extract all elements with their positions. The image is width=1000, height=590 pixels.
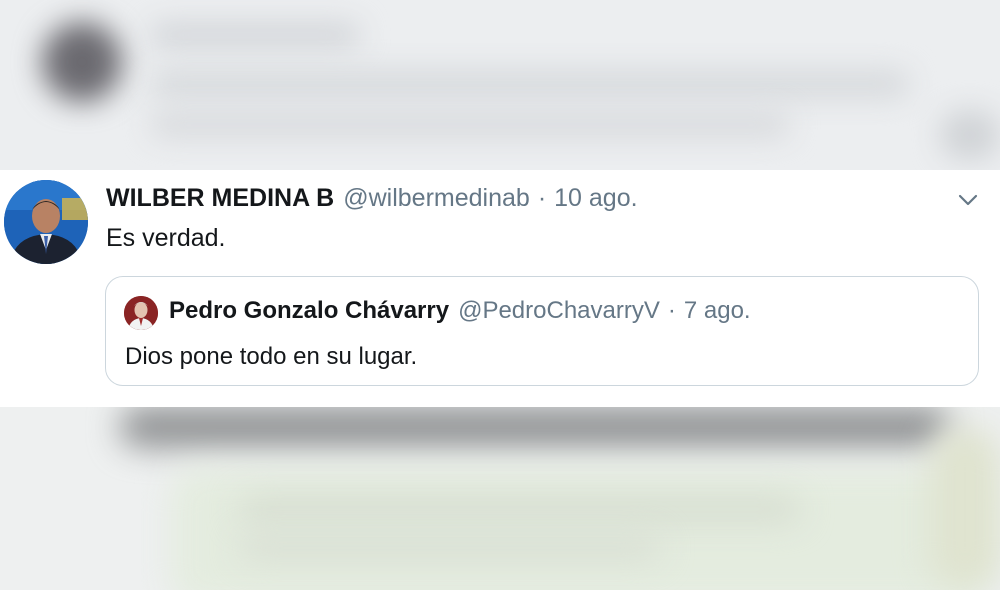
author-avatar[interactable] bbox=[4, 180, 88, 264]
quoted-tweet-text: Dios pone todo en su lugar. bbox=[125, 343, 418, 370]
tweet-header: WILBER MEDINA B @wilbermedinab · 10 ago. bbox=[106, 184, 638, 216]
quoted-author-photo bbox=[124, 296, 158, 330]
blurred-next-content bbox=[0, 407, 1000, 590]
quoted-tweet-header: Pedro Gonzalo Chávarry @PedroChavarryV ·… bbox=[169, 297, 751, 325]
author-photo bbox=[4, 180, 88, 264]
author-handle[interactable]: @wilbermedinab bbox=[343, 184, 530, 213]
quoted-author-avatar[interactable] bbox=[124, 296, 158, 330]
tweet-card[interactable]: WILBER MEDINA B @wilbermedinab · 10 ago.… bbox=[0, 170, 1000, 407]
chevron-down-icon[interactable] bbox=[956, 188, 980, 212]
header-separator: · bbox=[537, 184, 547, 212]
blurred-previous-tweet bbox=[0, 0, 1000, 170]
quoted-tweet-date[interactable]: 7 ago. bbox=[684, 297, 751, 325]
tweet-date[interactable]: 10 ago. bbox=[554, 184, 637, 213]
quoted-author-name[interactable]: Pedro Gonzalo Chávarry bbox=[169, 297, 449, 325]
quoted-header-separator: · bbox=[667, 297, 676, 324]
screenshot-page: WILBER MEDINA B @wilbermedinab · 10 ago.… bbox=[0, 0, 1000, 590]
tweet-text: Es verdad. bbox=[106, 224, 226, 252]
quoted-author-handle[interactable]: @PedroChavarryV bbox=[458, 297, 660, 325]
quoted-tweet[interactable]: Pedro Gonzalo Chávarry @PedroChavarryV ·… bbox=[105, 276, 979, 386]
author-name[interactable]: WILBER MEDINA B bbox=[106, 184, 334, 213]
